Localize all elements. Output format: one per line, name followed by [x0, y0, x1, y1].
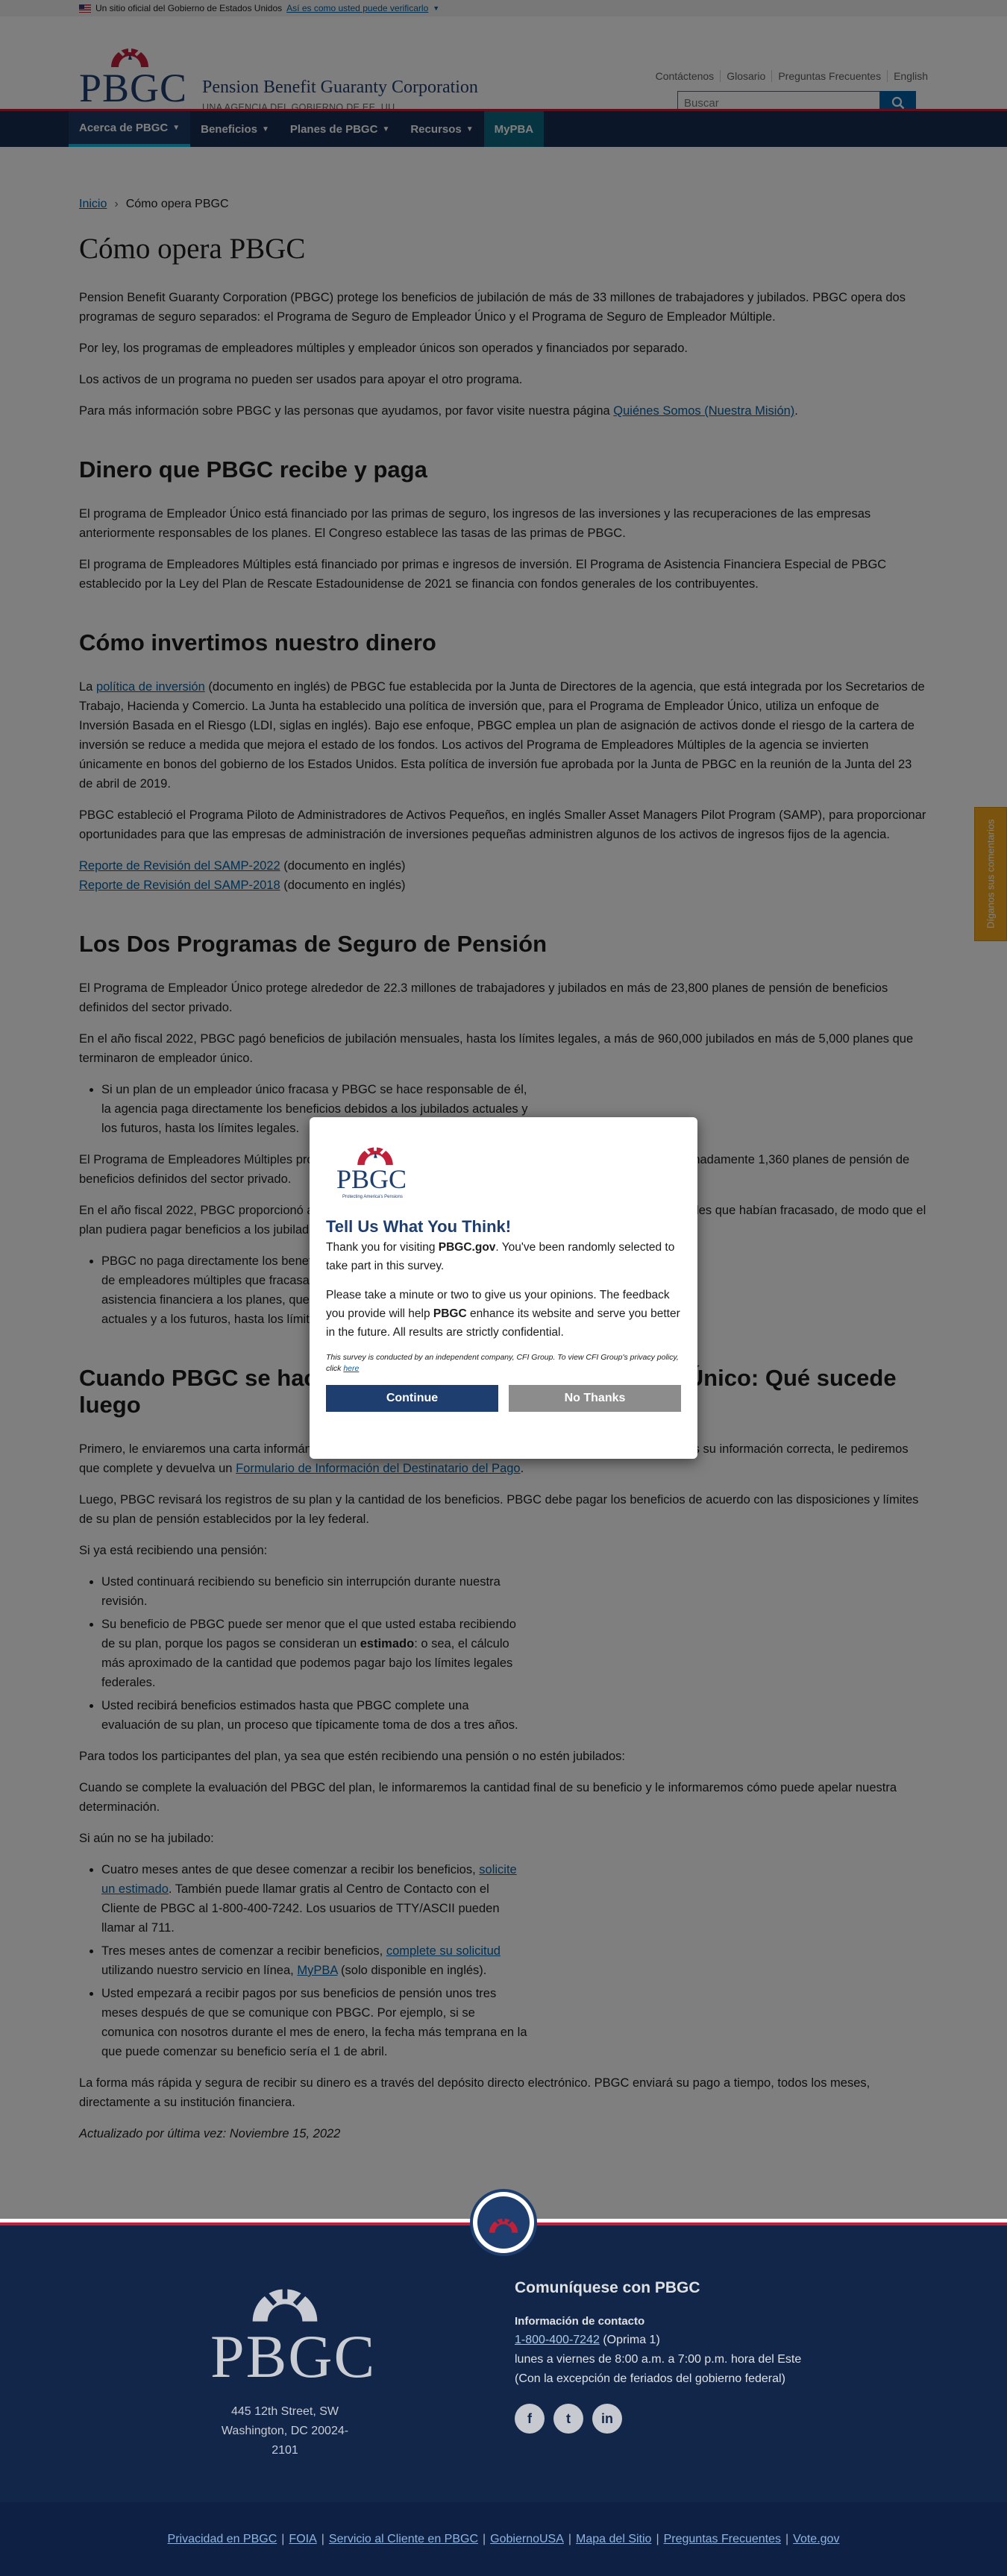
- footer-bottom-links: Privacidad en PBGC | FOIA | Servicio al Cl…: [0, 2502, 1007, 2576]
- social-links: f t in: [515, 2404, 801, 2434]
- hours: lunes a viernes de 8:00 a.m. a 7:00 p.m.…: [515, 2353, 802, 2366]
- modal-fine-print: This survey is conducted by an independe…: [326, 1352, 681, 1375]
- footer-link-usagov[interactable]: GobiernoUSA: [490, 2533, 564, 2546]
- privacy-policy-link[interactable]: here: [343, 1364, 359, 1373]
- footer-link-vote[interactable]: Vote.gov: [793, 2533, 839, 2546]
- footer-logo: PBGC 445 12th Street, SW Washington, DC 2…: [210, 2279, 377, 2460]
- footer-link-customer-service[interactable]: Servicio al Cliente en PBGC: [329, 2533, 478, 2546]
- footer-link-foia[interactable]: FOIA: [289, 2533, 316, 2546]
- twitter-icon[interactable]: t: [553, 2404, 583, 2434]
- modal-logo-word: PBGC: [336, 1164, 407, 1194]
- text: This survey is conducted by an independe…: [326, 1353, 679, 1373]
- footer-logo-word: PBGC: [210, 2322, 377, 2390]
- facebook-icon[interactable]: f: [515, 2404, 545, 2434]
- footer-link-privacy[interactable]: Privacidad en PBGC: [168, 2533, 277, 2546]
- footer-link-faq[interactable]: Preguntas Frecuentes: [664, 2533, 781, 2546]
- modal-text: Please take a minute or two to give us y…: [326, 1286, 681, 1342]
- footer-link-sitemap[interactable]: Mapa del Sitio: [576, 2533, 651, 2546]
- linkedin-icon[interactable]: in: [592, 2404, 622, 2434]
- contact-label: Información de contacto: [515, 2315, 645, 2328]
- holidays-note: (Con la excepción de feriados del gobier…: [515, 2372, 785, 2385]
- pbgc-arch-icon: [357, 1142, 393, 1166]
- contact-heading: Comuníquese con PBGC: [515, 2279, 700, 2296]
- text: Thank you for visiting: [326, 1241, 439, 1254]
- modal-logo-tagline: Protecting America's Pensions: [342, 1195, 403, 1199]
- modal-text: Thank you for visiting PBGC.gov. You've …: [326, 1238, 681, 1275]
- modal-logo: PBGC Protecting America's Pensions: [336, 1134, 426, 1207]
- continue-button[interactable]: Continue: [326, 1385, 498, 1412]
- site-footer: PBGC 445 12th Street, SW Washington, DC 2…: [0, 2222, 1007, 2502]
- address-line: Washington, DC 20024-2101: [221, 2425, 349, 2457]
- no-thanks-button[interactable]: No Thanks: [509, 1385, 681, 1412]
- emphasis: PBGC: [433, 1307, 467, 1320]
- modal-title: Tell Us What You Think!: [326, 1217, 512, 1236]
- phone-link[interactable]: 1-800-400-7242: [515, 2334, 600, 2346]
- survey-modal: PBGC Protecting America's Pensions Tell …: [310, 1117, 697, 1459]
- text: (Oprima 1): [599, 2334, 660, 2346]
- footer-contact: Comuníquese con PBGC Información de cont…: [515, 2279, 801, 2434]
- emphasis: PBGC.gov: [438, 1241, 496, 1254]
- seal-icon: [477, 2196, 530, 2249]
- pbgc-arch-icon: [252, 2281, 318, 2322]
- footer-seal: [470, 2189, 537, 2256]
- address-line: 445 12th Street, SW: [230, 2405, 339, 2418]
- modal-overlay[interactable]: [0, 0, 1007, 2219]
